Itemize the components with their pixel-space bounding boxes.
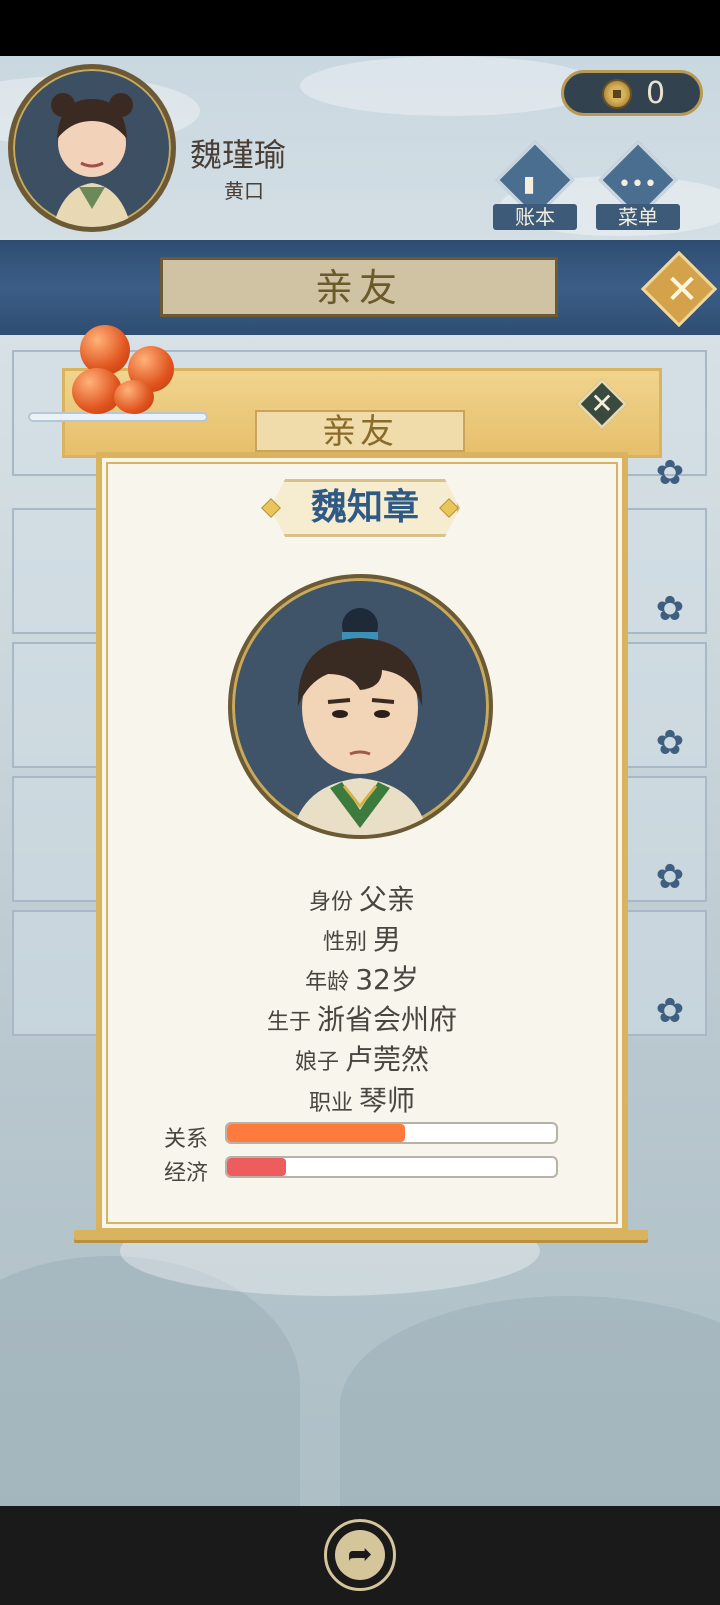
info-key: 身份: [308, 890, 353, 915]
relationship-label: 关系: [164, 1127, 209, 1152]
status-bar: [0, 0, 720, 56]
plum-flower-icon: ✿: [655, 857, 685, 897]
economy-bar: [225, 1156, 558, 1178]
relative-name: 魏知章: [310, 487, 419, 528]
info-key: 职业: [308, 1091, 353, 1116]
plum-flower-icon: ✿: [655, 991, 685, 1031]
player-title: 黄口: [224, 179, 264, 203]
plum-flower-icon: ✿: [655, 723, 685, 763]
info-birthplace: 生于 浙省会州府: [96, 998, 628, 1038]
info-value: 浙省会州府: [317, 1003, 458, 1036]
dialog-bottom-rod: [74, 1230, 648, 1240]
candied-fruit: [80, 325, 130, 375]
menu-dots-icon: •••: [618, 172, 657, 197]
menu-label: 菜单: [596, 204, 680, 230]
ledger-label: 账本: [493, 204, 577, 230]
info-value: 32岁: [355, 963, 419, 996]
info-key: 生于: [266, 1010, 311, 1035]
player-name: 魏瑾瑜: [190, 136, 287, 174]
info-identity: 身份 父亲: [96, 878, 628, 918]
info-age: 年龄 32岁: [96, 958, 628, 998]
close-icon[interactable]: ✕: [584, 384, 620, 424]
candied-fruit: [114, 380, 154, 414]
dialog-title: 亲友: [255, 410, 465, 452]
player-avatar[interactable]: [8, 64, 176, 232]
info-occupation: 职业 琴师: [96, 1079, 628, 1119]
economy-bar-fill: [227, 1158, 287, 1176]
tab-title: 亲友: [160, 257, 558, 317]
economy-label: 经济: [164, 1161, 209, 1186]
coin-value: 0: [646, 76, 666, 111]
info-key: 娘子: [294, 1050, 339, 1075]
info-key: 年龄: [305, 970, 350, 995]
share-icon: ➦: [335, 1530, 385, 1580]
info-value: 琴师: [359, 1084, 416, 1117]
info-spouse: 娘子 卢莞然: [96, 1038, 628, 1078]
info-value: 卢莞然: [345, 1043, 430, 1076]
menu-button[interactable]: ••• 菜单: [596, 140, 680, 242]
info-gender: 性别男: [96, 918, 628, 958]
ledger-icon: ▮: [523, 172, 536, 197]
dialog-title-text: 亲友: [322, 412, 398, 452]
relative-portrait: [228, 574, 493, 839]
plum-flower-icon: ✿: [655, 589, 685, 629]
coin-icon: [602, 79, 632, 109]
info-key: 性别: [322, 930, 367, 955]
relationship-bar: [225, 1122, 558, 1144]
plum-flower-icon: ✿: [655, 453, 685, 493]
relationship-bar-fill: [227, 1124, 405, 1142]
info-value: 男: [373, 923, 402, 956]
share-button[interactable]: ➦: [324, 1519, 396, 1591]
info-value: 父亲: [359, 883, 416, 916]
coin-counter[interactable]: 0: [561, 70, 703, 116]
tab-title-text: 亲友: [314, 266, 403, 310]
close-icon[interactable]: ✕: [660, 266, 704, 314]
candied-fruit-stick: [28, 412, 208, 422]
ledger-button[interactable]: ▮ 账本: [493, 140, 577, 242]
